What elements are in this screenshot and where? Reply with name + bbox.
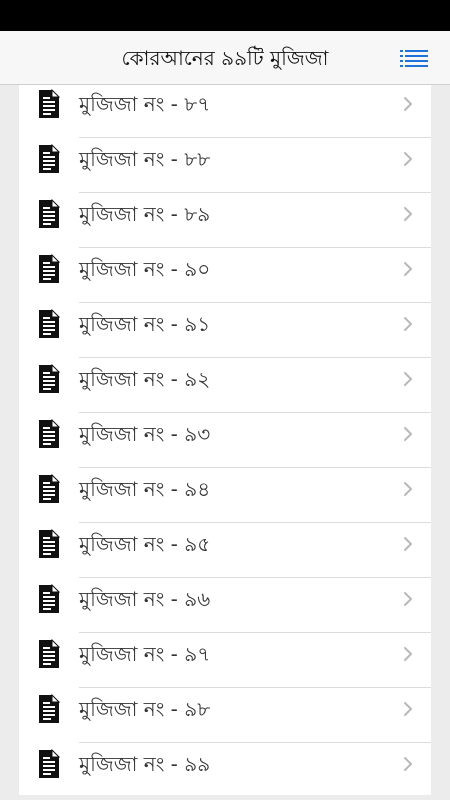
- list-item-label: মুজিজা নং - ৮৮: [79, 147, 211, 171]
- list-item-label: মুজিজা নং - ৯৪: [79, 477, 211, 501]
- list-item[interactable]: মুজিজা নং - ৯০: [19, 247, 431, 303]
- document-icon: [38, 308, 61, 339]
- list-item[interactable]: মুজিজা নং - ৯৬: [19, 577, 431, 633]
- document-icon: [38, 363, 61, 394]
- list-item[interactable]: মুজিজা নং - ৯১: [19, 302, 431, 358]
- document-icon: [38, 638, 61, 669]
- document-icon: [38, 418, 61, 449]
- list-menu-icon[interactable]: [400, 50, 428, 68]
- list-item[interactable]: মুজিজা নং - ৯২: [19, 357, 431, 413]
- list-item[interactable]: মুজিজা নং - ৯৮: [19, 687, 431, 743]
- chevron-right-icon: [403, 96, 413, 112]
- document-icon: [38, 693, 61, 724]
- list-item[interactable]: মুজিজা নং - ৯৯: [19, 742, 431, 795]
- chevron-right-icon: [403, 481, 413, 497]
- nav-bar: কোরআনের ৯৯টি মুজিজা: [0, 31, 450, 85]
- list-item[interactable]: মুজিজা নং - ৮৮: [19, 137, 431, 193]
- list-item-label: মুজিজা নং - ৮৯: [79, 202, 211, 226]
- chevron-right-icon: [403, 151, 413, 167]
- chevron-right-icon: [403, 591, 413, 607]
- chevron-right-icon: [403, 316, 413, 332]
- list-item[interactable]: মুজিজা নং - ৮৯: [19, 192, 431, 248]
- list-item-label: মুজিজা নং - ৯৩: [79, 422, 211, 446]
- document-icon: [38, 253, 61, 284]
- chevron-right-icon: [403, 756, 413, 772]
- chevron-right-icon: [403, 536, 413, 552]
- list-item-label: মুজিজা নং - ৯৮: [79, 697, 211, 721]
- list-item[interactable]: মুজিজা নং - ৯৩: [19, 412, 431, 468]
- list-item-label: মুজিজা নং - ৯৫: [79, 532, 211, 556]
- list-item[interactable]: মুজিজা নং - ৯৪: [19, 467, 431, 523]
- document-icon: [38, 88, 61, 119]
- chevron-right-icon: [403, 261, 413, 277]
- document-icon: [38, 528, 61, 559]
- document-icon: [38, 748, 61, 779]
- list-item[interactable]: মুজিজা নং - ৯৭: [19, 632, 431, 688]
- chevron-right-icon: [403, 426, 413, 442]
- chevron-right-icon: [403, 206, 413, 222]
- list-item[interactable]: মুজিজা নং - ৯৫: [19, 522, 431, 578]
- list-item-label: মুজিজা নং - ৯০: [79, 257, 211, 281]
- list-item-label: মুজিজা নং - ৯৬: [79, 587, 211, 611]
- list-item-label: মুজিজা নং - ৯১: [79, 312, 211, 336]
- status-bar: [0, 0, 450, 31]
- chevron-right-icon: [403, 371, 413, 387]
- document-icon: [38, 143, 61, 174]
- document-icon: [38, 583, 61, 614]
- list-item-label: মুজিজা নং - ৮৭: [79, 92, 211, 116]
- chevron-right-icon: [403, 646, 413, 662]
- page-title: কোরআনের ৯৯টি মুজিজা: [121, 46, 329, 70]
- list-item-label: মুজিজা নং - ৯৯: [79, 752, 211, 776]
- list-item-label: মুজিজা নং - ৯৭: [79, 642, 211, 666]
- mujiza-list: মুজিজা নং - ৮৭ মুজিজা নং - ৮৮ মুজিজা নং - …: [19, 85, 431, 795]
- document-icon: [38, 473, 61, 504]
- list-item-label: মুজিজা নং - ৯২: [79, 367, 211, 391]
- chevron-right-icon: [403, 701, 413, 717]
- document-icon: [38, 198, 61, 229]
- list-item[interactable]: মুজিজা নং - ৮৭: [19, 85, 431, 138]
